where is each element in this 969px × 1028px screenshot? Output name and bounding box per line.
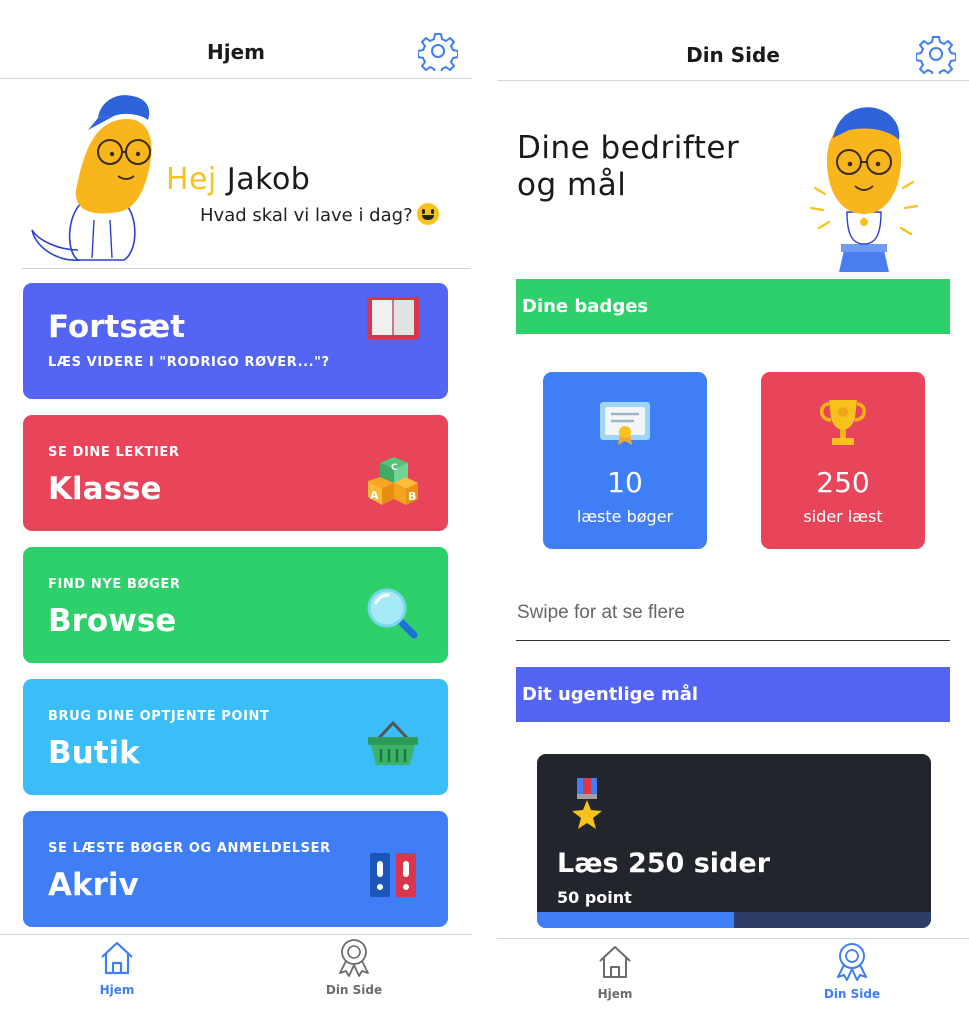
card-klasse[interactable]: SE DINE LEKTIER Klasse C A B [23, 415, 448, 531]
card-akriv[interactable]: SE LÆSTE BØGER OG ANMELDELSER Akriv [23, 811, 448, 927]
goal-progress-fill [537, 912, 734, 928]
mascot-trophy-illustration [809, 107, 919, 272]
card-subtitle: BRUG DINE OPTJENTE POINT [48, 709, 270, 724]
card-butik[interactable]: BRUG DINE OPTJENTE POINT Butik [23, 679, 448, 795]
card-fortsaet[interactable]: Fortsæt LÆS VIDERE I "RODRIGO RØVER..."? [23, 283, 448, 399]
award-icon [339, 939, 369, 977]
tab-label: Din Side [823, 987, 881, 1001]
tab-label: Hjem [99, 983, 135, 997]
binders-icon [370, 853, 416, 897]
badges-section-bar: Dine badges [516, 279, 950, 334]
achievements-heading-line2: og mål [517, 167, 627, 203]
card-browse[interactable]: FIND NYE BØGER Browse [23, 547, 448, 663]
award-icon [837, 943, 867, 981]
gear-icon[interactable] [418, 31, 458, 71]
card-subtitle: FIND NYE BØGER [48, 577, 181, 592]
greeting-heading: Hej Jakob [166, 162, 310, 197]
page-title: Din Side [686, 43, 780, 67]
greeting-name: Jakob [226, 162, 311, 197]
tab-label: Din Side [325, 983, 383, 997]
mascot-illustration [31, 95, 152, 261]
badge-read-books[interactable]: 10 læste bøger [543, 372, 707, 549]
tab-bar: Hjem Din Side [0, 934, 472, 1025]
svg-text:B: B [408, 490, 416, 503]
divider [22, 268, 470, 269]
svg-text:A: A [370, 489, 379, 502]
greeting-subtitle: Hvad skal vi lave i dag? [200, 203, 439, 226]
achievements-heading: Dine bedrifter og mål [517, 130, 739, 204]
trophy-icon [820, 400, 866, 445]
smile-emoji-icon [416, 203, 439, 225]
greeting-subtitle-text: Hvad skal vi lave i dag? [200, 205, 413, 226]
goal-progress-bar [537, 912, 931, 928]
card-subtitle: SE DINE LEKTIER [48, 445, 180, 460]
din-side-screen: Din Side Dine bedrifter og mål Dine badg… [497, 0, 969, 1028]
tab-din-side[interactable]: Din Side [782, 941, 922, 1001]
tab-bar: Hjem Din Side [497, 938, 969, 1028]
card-title: Butik [48, 735, 140, 771]
tab-din-side[interactable]: Din Side [284, 937, 424, 997]
magnifier-icon [367, 588, 418, 639]
certificate-icon [600, 402, 650, 445]
home-icon [101, 941, 133, 975]
badge-label: læste bøger [576, 507, 674, 526]
divider [516, 640, 950, 641]
card-title: Klasse [48, 471, 162, 507]
section-label: Dit ugentlige mål [522, 684, 699, 705]
weekly-goal-card[interactable]: Læs 250 sider 50 point [537, 754, 931, 928]
swipe-hint: Swipe for at se flere [517, 602, 685, 623]
home-header: Hjem [0, 0, 472, 79]
basket-icon [368, 720, 418, 765]
din-side-header: Din Side [497, 2, 969, 81]
goal-points: 50 point [557, 888, 632, 907]
tab-hjem[interactable]: Hjem [47, 939, 187, 997]
home-screen: Hjem Hej Jakob Hvad skal vi lave i dag? … [0, 0, 472, 1028]
tab-hjem[interactable]: Hjem [545, 943, 685, 1001]
card-subtitle: SE LÆSTE BØGER OG ANMELDELSER [48, 841, 331, 856]
gear-icon[interactable] [916, 34, 956, 74]
badge-pages-read[interactable]: 250 sider læst [761, 372, 925, 549]
tab-label: Hjem [597, 987, 633, 1001]
card-title: Browse [48, 603, 177, 639]
card-subtitle: LÆS VIDERE I "RODRIGO RØVER..."? [48, 355, 330, 370]
achievements-heading-line1: Dine bedrifter [517, 130, 740, 166]
abc-blocks-icon: C A B [368, 457, 418, 505]
page-title: Hjem [207, 40, 265, 64]
card-title: Akriv [48, 867, 139, 903]
svg-text:C: C [391, 463, 398, 473]
goal-title: Læs 250 sider [557, 848, 771, 879]
goal-section-bar: Dit ugentlige mål [516, 667, 950, 722]
medal-icon [572, 778, 602, 829]
greeting-hero: Hej Jakob Hvad skal vi lave i dag? [0, 80, 472, 268]
home-icon [599, 946, 631, 978]
book-icon [367, 297, 419, 339]
badge-value: 10 [607, 466, 643, 499]
badge-value: 250 [816, 466, 870, 499]
card-title: Fortsæt [48, 309, 186, 345]
badge-label: sider læst [803, 507, 883, 526]
greeting-hej: Hej [166, 162, 217, 197]
section-label: Dine badges [522, 296, 649, 317]
